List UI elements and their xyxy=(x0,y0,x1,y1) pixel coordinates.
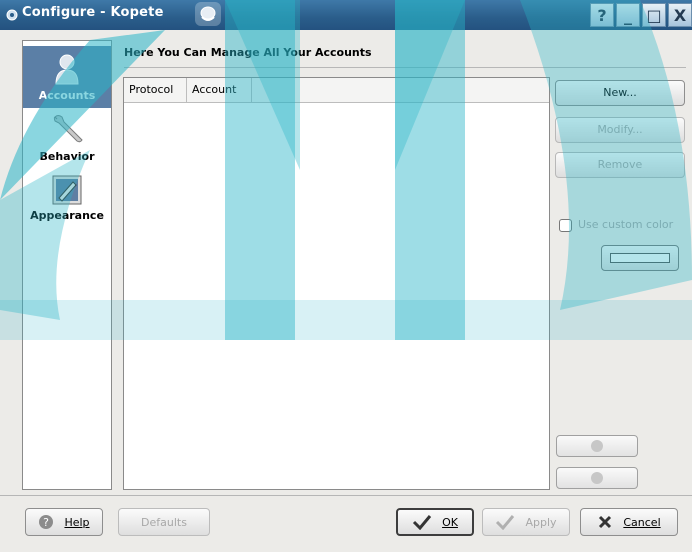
apply-button[interactable]: Apply xyxy=(482,508,570,536)
apply-label: Apply xyxy=(525,515,557,529)
new-button-label: New... xyxy=(603,86,637,99)
help-label: Help xyxy=(64,515,90,529)
window-menu-icon[interactable] xyxy=(5,8,19,22)
list-header: Protocol Account xyxy=(124,78,549,103)
maximize-button[interactable]: □ xyxy=(642,3,666,27)
help-button[interactable]: ? Help xyxy=(25,508,103,536)
modify-button-label: Modify... xyxy=(597,123,643,136)
window-title: Configure - Kopete xyxy=(22,5,164,20)
window-controls: ? _ □ X xyxy=(590,3,692,27)
remove-account-button[interactable]: Remove xyxy=(555,152,685,178)
column-header-account[interactable]: Account xyxy=(187,78,252,102)
sidebar-item-label: Behavior xyxy=(39,150,95,163)
svg-text:?: ? xyxy=(44,516,50,529)
new-account-button[interactable]: New... xyxy=(555,80,685,106)
accounts-list[interactable]: Protocol Account xyxy=(123,77,550,490)
kopete-app-icon xyxy=(195,2,221,26)
use-custom-color-checkbox[interactable] xyxy=(559,219,572,232)
accounts-icon xyxy=(55,54,79,85)
divider xyxy=(124,67,686,68)
color-picker-button[interactable] xyxy=(601,245,679,271)
ok-button[interactable]: OK xyxy=(396,508,474,536)
checkmark-icon xyxy=(496,515,515,530)
help-window-button[interactable]: ? xyxy=(590,3,614,27)
sidebar-item-appearance[interactable]: Appearance xyxy=(23,174,111,234)
close-button[interactable]: X xyxy=(668,3,692,27)
divider xyxy=(0,495,692,496)
arrow-down-icon xyxy=(591,472,603,484)
use-custom-color-label: Use custom color xyxy=(578,218,674,231)
cancel-button[interactable]: Cancel xyxy=(580,508,678,536)
title-bar[interactable]: Configure - Kopete ? _ □ X xyxy=(0,0,692,30)
settings-sidebar: Accounts Behavior Appearance xyxy=(22,40,112,490)
sidebar-item-behavior[interactable]: Behavior xyxy=(23,113,111,171)
sidebar-item-label: Accounts xyxy=(38,89,96,102)
sidebar-item-label: Appearance xyxy=(30,209,104,222)
cancel-label: Cancel xyxy=(623,515,661,529)
minimize-button[interactable]: _ xyxy=(616,3,640,27)
help-icon: ? xyxy=(39,515,54,529)
ok-label: OK xyxy=(442,515,458,529)
checkmark-icon xyxy=(413,515,432,530)
remove-button-label: Remove xyxy=(597,158,643,171)
defaults-button[interactable]: Defaults xyxy=(118,508,210,536)
arrow-up-icon xyxy=(591,440,603,452)
sidebar-item-accounts[interactable]: Accounts xyxy=(23,46,111,108)
page-title: Here You Can Manage All Your Accounts xyxy=(124,46,372,59)
appearance-icon xyxy=(52,175,82,205)
defaults-label: Defaults xyxy=(141,515,187,529)
wrench-icon xyxy=(53,115,83,143)
cancel-icon xyxy=(599,515,612,529)
move-up-button[interactable] xyxy=(556,435,638,457)
column-header-protocol[interactable]: Protocol xyxy=(124,78,187,102)
color-swatch xyxy=(610,253,670,263)
modify-account-button[interactable]: Modify... xyxy=(555,117,685,143)
move-down-button[interactable] xyxy=(556,467,638,489)
